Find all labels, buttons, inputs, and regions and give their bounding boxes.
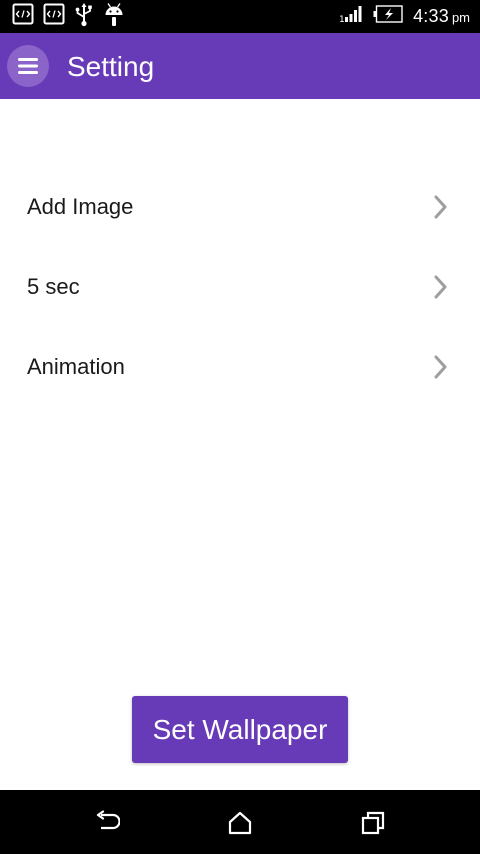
status-clock: 4:33 pm [413,6,470,27]
recent-apps-icon[interactable] [360,810,386,836]
status-bar: 1 4:33 pm [0,0,480,33]
app-bar: Setting [0,33,480,99]
page-title: Setting [67,51,155,82]
chevron-right-icon [434,275,447,299]
status-ampm: pm [451,10,470,25]
setting-label: 5 sec [27,274,80,299]
setting-item-add-image[interactable]: Add Image [0,167,480,247]
usb-icon [74,2,94,32]
chevron-right-icon [434,195,447,219]
setting-label: Animation [27,354,125,379]
chevron-right-icon [434,355,447,379]
status-bar-system: 1 4:33 pm [339,4,470,29]
navigation-bar [0,790,480,854]
code-notification-icon [12,3,34,30]
setting-label: Add Image [27,194,134,219]
signal-icon: 1 [339,5,363,28]
android-debug-icon [103,2,125,32]
status-bar-notifications [12,2,125,32]
set-wallpaper-button[interactable]: Set Wallpaper [132,696,348,763]
battery-charging-icon [373,5,403,28]
back-icon[interactable] [94,810,120,836]
code-notification-icon [43,3,65,30]
settings-list: Add Image 5 sec Animation [0,167,480,407]
hamburger-menu-icon [18,58,38,74]
setting-item-animation[interactable]: Animation [0,327,480,407]
svg-text:1: 1 [339,15,345,23]
menu-button[interactable] [7,45,49,87]
setting-item-interval[interactable]: 5 sec [0,247,480,327]
status-time: 4:33 [413,6,449,26]
home-icon[interactable] [227,810,253,836]
